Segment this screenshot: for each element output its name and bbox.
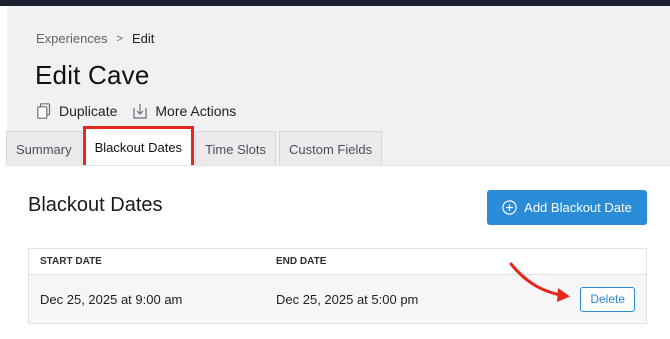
tab-blackout-dates[interactable]: Blackout Dates	[82, 126, 195, 168]
breadcrumb: Experiences > Edit	[36, 31, 154, 46]
download-icon	[133, 103, 147, 119]
page-title: Edit Cave	[35, 60, 150, 90]
section-title: Blackout Dates	[28, 194, 163, 216]
annotation-arrow-icon	[509, 262, 570, 302]
duplicate-icon	[37, 103, 51, 119]
tab-blackout-dates-label: Blackout Dates	[94, 140, 183, 155]
top-bar	[0, 0, 670, 6]
add-blackout-date-button[interactable]: Add Blackout Date	[487, 190, 647, 225]
more-actions-label: More Actions	[155, 103, 237, 119]
tab-bar: Summary Blackout Dates Time Slots Custom…	[6, 126, 385, 168]
start-date-cell: Dec 25, 2025 at 9:00 am	[40, 291, 183, 307]
actions-cell: Delete	[566, 286, 646, 312]
add-blackout-date-label: Add Blackout Date	[524, 200, 632, 215]
breadcrumb-separator: >	[116, 32, 123, 45]
column-header-start-date: START DATE	[40, 256, 102, 267]
tab-custom-fields-label: Custom Fields	[288, 141, 373, 157]
tab-custom-fields[interactable]: Custom Fields	[278, 131, 383, 166]
plus-circle-icon	[502, 200, 517, 215]
tab-summary-label: Summary	[16, 141, 72, 157]
duplicate-label: Duplicate	[59, 103, 118, 119]
delete-button[interactable]: Delete	[580, 286, 635, 312]
duplicate-action[interactable]: Duplicate	[37, 103, 117, 119]
breadcrumb-link-experiences[interactable]: Experiences	[36, 31, 108, 46]
tab-time-slots-label: Time Slots	[205, 141, 266, 157]
blackout-dates-panel: Blackout Dates Add Blackout Date START D…	[6, 165, 670, 339]
tab-time-slots[interactable]: Time Slots	[195, 131, 276, 166]
page-actions: Duplicate More Actions	[37, 103, 236, 119]
breadcrumb-current: Edit	[131, 31, 155, 46]
tab-summary[interactable]: Summary	[6, 131, 82, 166]
more-actions-action[interactable]: More Actions	[133, 103, 236, 119]
